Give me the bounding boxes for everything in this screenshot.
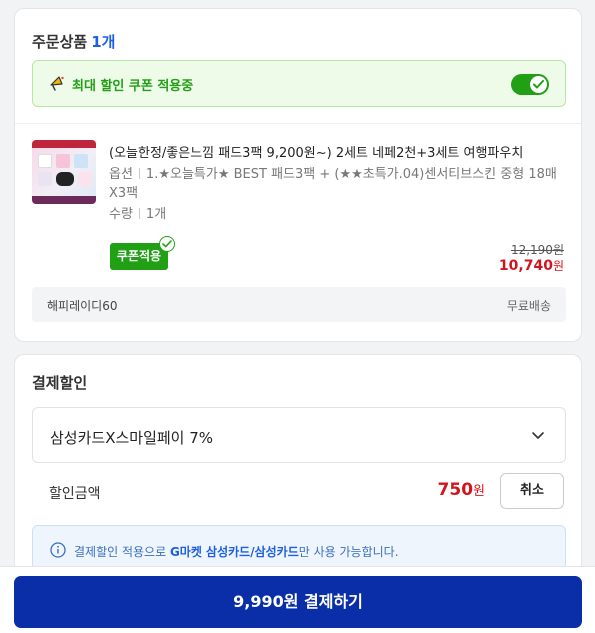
divider <box>15 123 581 124</box>
bottom-pay-bar: 9,990원 결제하기 <box>0 566 595 633</box>
product-thumbnail[interactable] <box>32 140 96 204</box>
discount-amount-label: 할인금액 <box>49 486 101 502</box>
order-section-title: 주문상품 1개 <box>32 31 115 52</box>
seller-shipping-row: 해피레이디60 무료배송 <box>32 287 566 322</box>
info-icon <box>50 542 66 558</box>
badge-check-icon <box>159 236 175 252</box>
card-discount-select[interactable]: 삼성카드X스마일페이 7% <box>32 407 566 463</box>
pay-button[interactable]: 9,990원 결제하기 <box>14 576 582 628</box>
original-price: 12,190원 <box>510 243 564 257</box>
check-icon <box>533 80 544 89</box>
sale-price: 10,740원 <box>498 258 564 274</box>
payment-discount-title: 결제할인 <box>32 374 88 392</box>
order-items-card: 주문상품 1개 최대 할인 쿠폰 적용중 (오늘한정/좋은느낌 패드3팩 9,20… <box>14 8 582 342</box>
option-value: 1.★오늘특가★ BEST 패드3팩 + (★★초특가.04)센서티브스킨 중형… <box>109 167 557 201</box>
product-option: 옵션 1.★오늘특가★ BEST 패드3팩 + (★★초특가.04)센서티브스킨 … <box>109 165 571 203</box>
coupon-applied-banner: 최대 할인 쿠폰 적용중 <box>32 60 566 107</box>
discount-info-text: 결제할인 적용으로 G마켓 삼성카드/삼성카드만 사용 가능합니다. <box>74 545 399 559</box>
chevron-down-icon <box>532 432 544 439</box>
coupon-toggle[interactable] <box>511 74 549 95</box>
shipping-info: 무료배송 <box>506 299 551 313</box>
product-title[interactable]: (오늘한정/좋은느낌 패드3팩 9,200원~) 2세트 네페2천+3세트 여행… <box>109 142 571 161</box>
cancel-discount-button[interactable]: 취소 <box>500 473 564 509</box>
coupon-banner-text: 최대 할인 쿠폰 적용중 <box>72 79 194 94</box>
coupon-megaphone-icon <box>50 76 64 91</box>
order-title-text: 주문상품 <box>32 33 88 51</box>
discount-amount: 750원 <box>437 480 485 500</box>
selected-discount-option: 삼성카드X스마일페이 7% <box>50 429 214 447</box>
quantity-label: 수량 <box>109 207 133 222</box>
product-quantity: 수량 1개 <box>109 205 166 224</box>
quantity-value: 1개 <box>145 207 167 222</box>
order-item-count: 1개 <box>91 33 116 51</box>
seller-name: 해피레이디60 <box>47 299 118 313</box>
option-label: 옵션 <box>109 167 133 182</box>
